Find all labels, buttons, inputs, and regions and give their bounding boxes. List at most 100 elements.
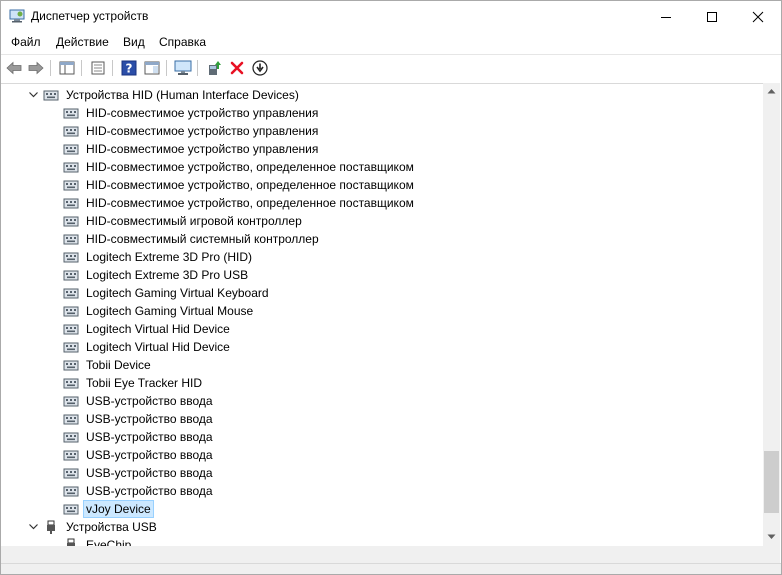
toolbar-separator <box>166 60 167 76</box>
hid-device-icon <box>63 234 79 245</box>
toolbar-separator <box>50 60 51 76</box>
device-item[interactable]: Logitech Gaming Virtual Keyboard <box>63 284 271 302</box>
device-item[interactable]: HID-совместимое устройство, определенное… <box>63 176 416 194</box>
back-button[interactable] <box>4 59 24 77</box>
maximize-button[interactable] <box>689 1 735 32</box>
device-item[interactable]: Logitech Virtual Hid Device <box>63 320 232 338</box>
device-label: HID-совместимое устройство, определенное… <box>86 178 414 192</box>
menu-view[interactable]: Вид <box>123 35 145 49</box>
scroll-up-arrow-icon[interactable] <box>767 88 776 94</box>
device-label: USB-устройство ввода <box>86 466 213 480</box>
device-label: HID-совместимое устройство управления <box>86 106 319 120</box>
device-item[interactable]: USB-устройство ввода <box>63 410 215 428</box>
horizontal-scrollbar[interactable] <box>1 546 763 563</box>
collapse-chevron-icon[interactable] <box>28 522 38 532</box>
device-item[interactable]: Logitech Virtual Hid Device <box>63 338 232 356</box>
remove-x-icon <box>230 61 244 75</box>
category-label: Устройства USB <box>66 520 157 534</box>
maximize-icon <box>707 11 717 22</box>
hid-device-icon <box>63 378 79 389</box>
minimize-button[interactable] <box>643 1 689 32</box>
device-item[interactable]: USB-устройство ввода <box>63 446 215 464</box>
device-item[interactable]: vJoy Device <box>63 500 154 518</box>
hid-device-icon <box>63 414 79 425</box>
menu-help[interactable]: Справка <box>159 35 206 49</box>
collapse-chevron-icon[interactable] <box>28 90 38 100</box>
device-item[interactable]: HID-совместимое устройство управления <box>63 104 320 122</box>
toolbar-separator <box>197 60 198 76</box>
toolbar-separator <box>112 60 113 76</box>
monitor-scan-icon <box>174 60 192 75</box>
toolbar-separator <box>81 60 82 76</box>
console-tree-icon <box>59 61 75 75</box>
hid-device-icon <box>63 468 79 479</box>
action-pane-icon <box>144 61 160 75</box>
show-hide-console-tree-button[interactable] <box>57 59 77 77</box>
download-circle-icon <box>252 60 268 76</box>
device-label: HID-совместимое устройство управления <box>86 142 319 156</box>
device-item[interactable]: Tobii Device <box>63 356 153 374</box>
uninstall-device-button[interactable] <box>227 59 247 77</box>
menu-file[interactable]: Файл <box>11 35 41 49</box>
device-item[interactable]: USB-устройство ввода <box>63 392 215 410</box>
device-label: USB-устройство ввода <box>86 412 213 426</box>
device-label: HID-совместимое устройство, определенное… <box>86 196 414 210</box>
hid-device-icon <box>63 252 79 263</box>
device-item[interactable]: HID-совместимый игровой контроллер <box>63 212 304 230</box>
device-label: Logitech Extreme 3D Pro (HID) <box>86 250 253 264</box>
close-button[interactable] <box>735 1 781 32</box>
device-label: Tobii Eye Tracker HID <box>86 376 203 390</box>
hid-device-icon <box>63 270 79 281</box>
device-label: vJoy Device <box>83 500 154 518</box>
device-item[interactable]: USB-устройство ввода <box>63 482 215 500</box>
hid-device-icon <box>63 216 79 227</box>
device-item[interactable]: HID-совместимый системный контроллер <box>63 230 321 248</box>
category-hid[interactable]: Устройства HID (Human Interface Devices) <box>28 86 301 104</box>
properties-icon <box>91 61 105 75</box>
vertical-scrollbar[interactable] <box>763 83 780 546</box>
device-label: Logitech Virtual Hid Device <box>86 340 230 354</box>
scan-hardware-button[interactable] <box>173 59 193 77</box>
hid-device-icon <box>63 126 79 137</box>
help-button[interactable]: ? <box>119 59 139 77</box>
scroll-down-arrow-icon[interactable] <box>767 534 776 540</box>
device-item[interactable]: HID-совместимое устройство управления <box>63 140 320 158</box>
disable-device-button[interactable] <box>250 59 270 77</box>
device-item[interactable]: HID-совместимое устройство, определенное… <box>63 158 416 176</box>
category-usb[interactable]: Устройства USB <box>28 518 159 536</box>
hid-device-icon <box>63 306 79 317</box>
device-item[interactable]: Logitech Gaming Virtual Mouse <box>63 302 255 320</box>
category-label: Устройства HID (Human Interface Devices) <box>66 88 299 102</box>
hid-device-icon <box>63 396 79 407</box>
device-label: HID-совместимый игровой контроллер <box>86 214 302 228</box>
device-label: Logitech Gaming Virtual Mouse <box>86 304 254 318</box>
svg-text:?: ? <box>126 62 133 76</box>
arrow-right-icon <box>28 61 44 75</box>
action-pane-button[interactable] <box>142 59 162 77</box>
device-item[interactable]: USB-устройство ввода <box>63 464 215 482</box>
update-driver-icon <box>209 61 221 75</box>
device-item[interactable]: Logitech Extreme 3D Pro (HID) <box>63 248 254 266</box>
title-bar[interactable]: Диспетчер устройств <box>1 1 781 32</box>
device-tree[interactable]: Устройства HID (Human Interface Devices)… <box>1 83 763 547</box>
status-bar <box>1 563 781 574</box>
menu-action[interactable]: Действие <box>56 35 109 49</box>
forward-button[interactable] <box>26 59 46 77</box>
help-icon: ? <box>121 60 137 76</box>
device-item[interactable]: USB-устройство ввода <box>63 428 215 446</box>
device-item[interactable]: HID-совместимое устройство управления <box>63 122 320 140</box>
device-label: HID-совместимое устройство управления <box>86 124 319 138</box>
hid-keyboard-icon <box>43 90 59 101</box>
menu-bar: Файл Действие Вид Справка <box>1 32 781 54</box>
device-label: USB-устройство ввода <box>86 448 213 462</box>
device-manager-app-icon <box>9 9 25 23</box>
properties-button[interactable] <box>88 59 108 77</box>
hid-device-icon <box>63 288 79 299</box>
device-item[interactable]: Tobii Eye Tracker HID <box>63 374 204 392</box>
device-manager-window: Диспетчер устройств Файл Действие Вид Сп… <box>0 0 782 575</box>
update-driver-button[interactable] <box>204 59 224 77</box>
device-item[interactable]: Logitech Extreme 3D Pro USB <box>63 266 250 284</box>
vertical-scroll-thumb[interactable] <box>764 451 779 513</box>
device-label: Logitech Virtual Hid Device <box>86 322 230 336</box>
device-item[interactable]: HID-совместимое устройство, определенное… <box>63 194 416 212</box>
